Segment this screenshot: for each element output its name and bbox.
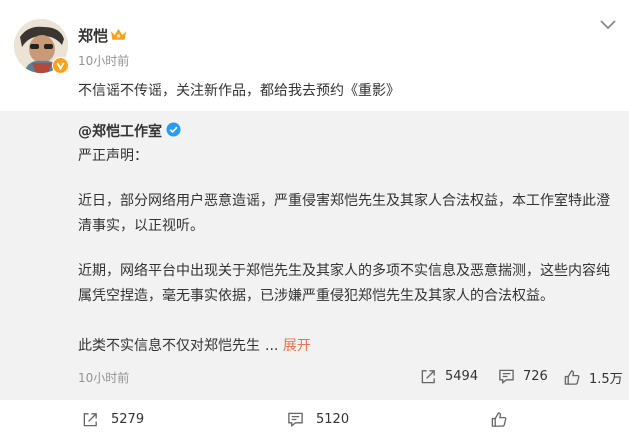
- retweet-more: ... 展开: [265, 335, 311, 355]
- share-icon: [421, 370, 435, 384]
- comment-icon: [288, 412, 303, 427]
- comment-button[interactable]: 5120: [287, 411, 349, 428]
- share-icon: [83, 413, 97, 427]
- share-button[interactable]: 5279: [82, 411, 144, 428]
- username[interactable]: 郑恺: [78, 25, 108, 46]
- retweet-author[interactable]: @郑恺工作室: [78, 121, 162, 141]
- retweet-text-line: 近日，部分网络用户恶意造谣，严重侵害郑恺先生及其家人合法权益，本工作室特此澄: [78, 193, 610, 209]
- verified-v-icon: [52, 57, 69, 74]
- retweet-card[interactable]: @郑恺工作室 严正声明： 近日，部分网络用户恶意造谣，严重侵害郑恺先生及其家人合…: [0, 111, 629, 400]
- retweet-like-button[interactable]: 1.5万: [563, 368, 623, 387]
- ellipsis: ...: [265, 338, 279, 354]
- retweet-share-button[interactable]: 5494: [420, 368, 478, 385]
- retweet-comment-button[interactable]: 726: [498, 368, 548, 385]
- comment-count: 726: [523, 369, 548, 384]
- verified-blue-icon: [166, 122, 181, 137]
- retweet-text-line: 清事实，以正视听。: [78, 218, 204, 234]
- retweet-text-line: 此类不实信息不仅对郑恺先生: [78, 338, 260, 354]
- crown-icon: [110, 28, 127, 40]
- comment-icon: [499, 369, 514, 384]
- retweet-text-line: 近期，网络平台中出现关于郑恺先生及其家人的多项不实信息及恶意揣测，这些内容纯: [78, 263, 610, 279]
- share-count: 5494: [445, 369, 479, 384]
- thumbs-up-icon: [491, 412, 507, 427]
- retweet-time[interactable]: 10小时前: [78, 369, 129, 386]
- retweet-text-line: 属凭空捏造，毫无事实依据，已涉嫌严重侵犯郑恺先生及其家人的合法权益。: [78, 288, 554, 304]
- share-count: 5279: [111, 412, 145, 427]
- comment-count: 5120: [316, 412, 350, 427]
- retweet-text-line: 严正声明：: [78, 148, 148, 164]
- post-time[interactable]: 10小时前: [78, 52, 129, 69]
- chevron-down-icon[interactable]: [598, 18, 618, 32]
- thumbs-up-icon: [564, 370, 580, 385]
- weibo-post: 郑恺 10小时前 不信谣不传谣，关注新作品，都给我去预约《重影》 @郑恺工作室 …: [0, 0, 629, 442]
- like-button[interactable]: [490, 411, 520, 428]
- post-text: 不信谣不传谣，关注新作品，都给我去预约《重影》: [78, 83, 400, 99]
- like-count: 1.5万: [589, 372, 623, 387]
- expand-link[interactable]: 展开: [283, 338, 311, 354]
